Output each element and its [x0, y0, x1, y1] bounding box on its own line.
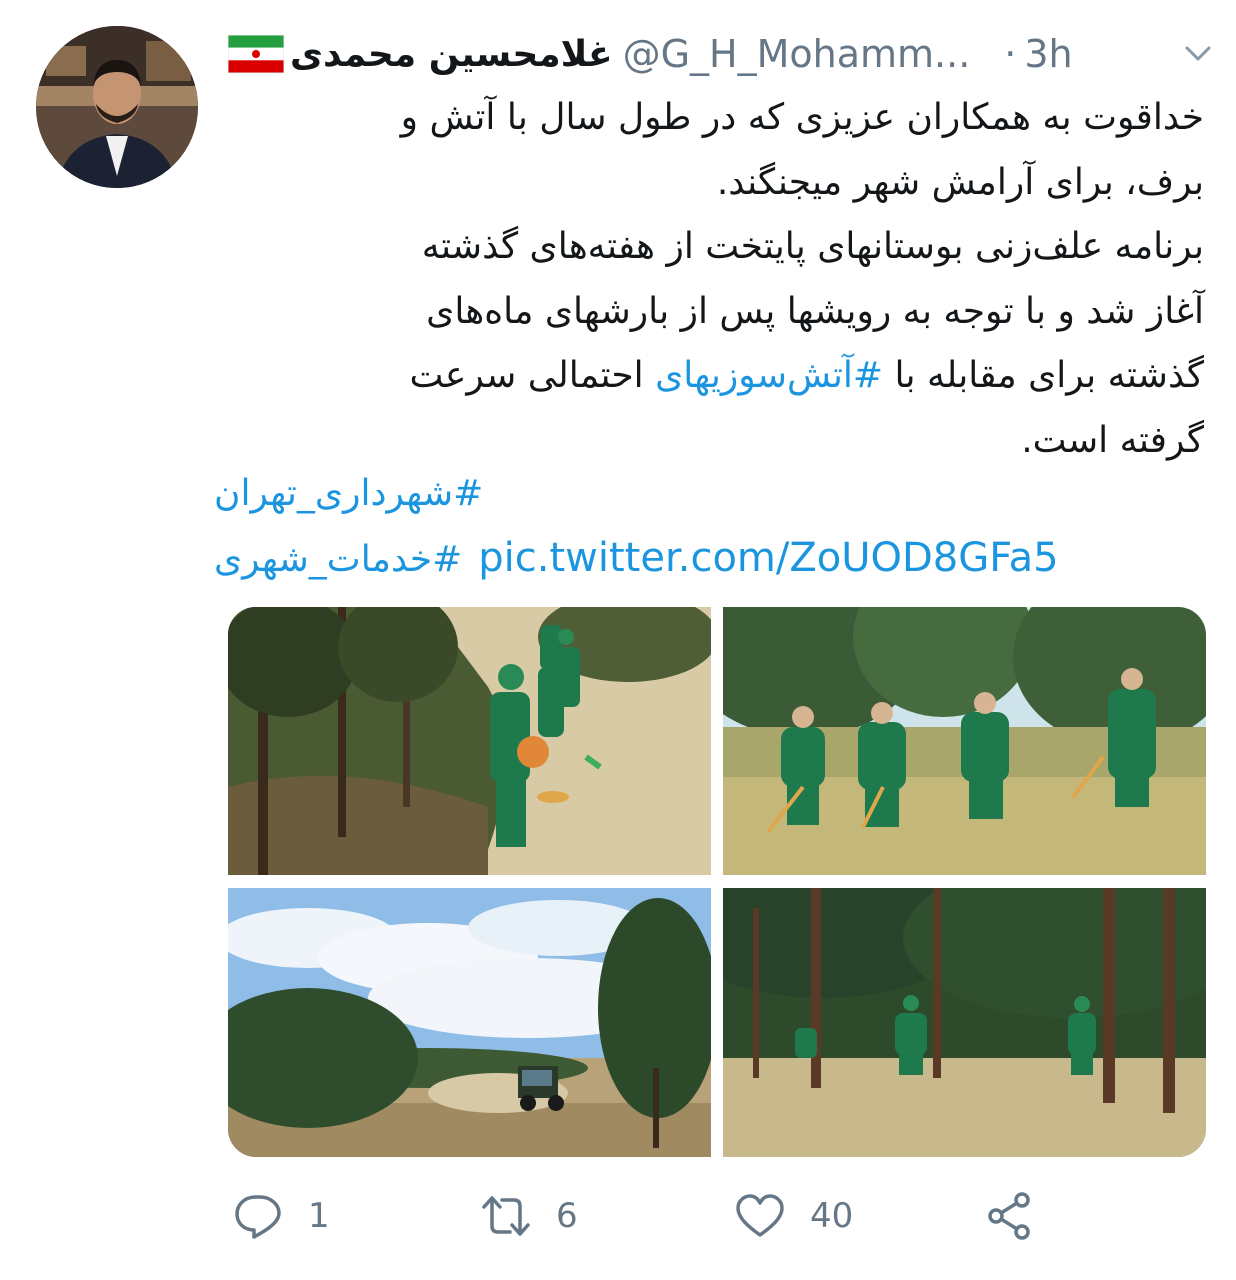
tweet-text-fragment: احتمالی سرعت [409, 355, 656, 396]
tweet-text-fragment: گذشته برای مقابله با [883, 355, 1204, 396]
user-handle[interactable]: @G_H_Mohamm... [623, 32, 971, 76]
tweet-text-line: برف، برای آرامش شهر میجنگند. [716, 161, 1204, 203]
retweet-icon [482, 1196, 530, 1236]
hashtag-link[interactable]: #خدمات_شهری [214, 528, 462, 592]
tweet-text-line: خداقوت به همکاران عزیزی که در طول سال با… [400, 97, 1204, 138]
hashtag-link[interactable]: #شهرداری_تهران [214, 462, 483, 526]
display-name[interactable]: غلامحسین محمدی [290, 34, 613, 75]
like-button[interactable]: 40 [734, 1190, 853, 1242]
hashtag-line: #شهرداری_تهران [214, 462, 1204, 526]
avatar-image [36, 26, 198, 188]
reply-button[interactable]: 1 [232, 1190, 330, 1242]
pic-link[interactable]: pic.twitter.com/ZoUOD8GFa5 [478, 535, 1058, 581]
retweet-button[interactable]: 6 [480, 1190, 578, 1242]
reply-icon [235, 1195, 281, 1239]
share-button[interactable] [984, 1190, 1060, 1242]
tweet-text-line: گذشته برای مقابله با #آتش‌سوزیهای احتمال… [244, 344, 1204, 409]
tweet-text-line: برنامه علف‌زنی بوستانهای پایتخت از هفته‌… [421, 226, 1204, 267]
tweet-hashtags: #شهرداری_تهران #خدمات_شهری pic.twitter.co… [214, 462, 1204, 592]
photo-workers-grass[interactable] [723, 607, 1206, 875]
photo-workers-slope[interactable] [228, 607, 711, 875]
author-avatar[interactable] [36, 26, 198, 188]
photo-workers-forest[interactable] [723, 888, 1206, 1157]
tweet-header: غلامحسین محمدی @G_H_Mohamm... · 3h [228, 28, 1218, 80]
hashtag-line: #خدمات_شهری pic.twitter.com/ZoUOD8GFa5 [214, 526, 1204, 592]
tweet-timestamp[interactable]: 3h [1024, 32, 1072, 76]
chevron-down-icon[interactable] [1178, 34, 1218, 74]
hashtag-link[interactable]: #آتش‌سوزیهای [655, 355, 883, 396]
media-grid [228, 607, 1206, 1157]
separator-dot: · [1004, 32, 1017, 76]
like-count: 40 [810, 1196, 854, 1236]
photo-tractor[interactable] [228, 888, 711, 1157]
tweet-text-line: آغاز شد و با توجه به رویشها پس از بارشها… [426, 290, 1204, 332]
tweet-actions: 1 6 40 [232, 1190, 1072, 1250]
share-icon [988, 1192, 1030, 1240]
tweet-text: خداقوت به همکاران عزیزی که در طول سال با… [244, 86, 1204, 473]
retweet-count: 6 [556, 1196, 578, 1236]
reply-count: 1 [308, 1196, 330, 1236]
iran-flag-icon [228, 35, 284, 73]
heart-icon [736, 1194, 784, 1237]
